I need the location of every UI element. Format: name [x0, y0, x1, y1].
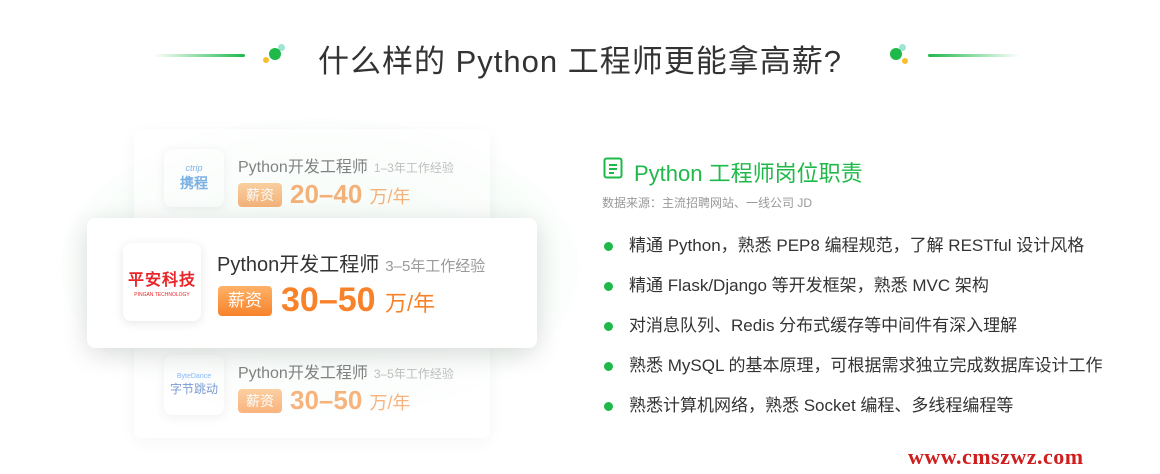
- salary-unit: 万/年: [369, 393, 411, 413]
- list-item: 熟悉 MySQL 的基本原理，可根据需求独立完成数据库设计工作: [602, 352, 1103, 392]
- pingan-logo-main: 平安科技: [127, 272, 196, 289]
- pingan-logo-sub: PINGAN TECHNOLOGY: [134, 292, 190, 298]
- bullet-dot-icon: [604, 322, 613, 331]
- bytedance-logo-text: ByteDance: [176, 373, 212, 380]
- salary-range: 30–50: [290, 385, 363, 415]
- duty-text: 熟悉计算机网络，熟悉 Socket 编程、多线程编程等: [629, 396, 1014, 415]
- header-right-dots-icon: [884, 44, 908, 66]
- duty-text: 精通 Python，熟悉 PEP8 编程规范，了解 RESTful 设计风格: [629, 236, 1085, 255]
- job-experience: 3–5年工作经验: [373, 367, 454, 381]
- job-card-ctrip[interactable]: ctrip 携程 Python开发工程师 1–3年工作经验 薪资 20–40 万/…: [134, 129, 490, 225]
- page-title: 什么样的 Python 工程师更能拿高薪?: [318, 44, 842, 79]
- duties-title: Python 工程师岗位职责: [634, 161, 863, 186]
- job-card-bytedance[interactable]: ByteDance 字节跳动 Python开发工程师 3–5年工作经验 薪资 30…: [134, 343, 490, 438]
- job-experience: 3–5年工作经验: [385, 258, 486, 275]
- duty-text: 熟悉 MySQL 的基本原理，可根据需求独立完成数据库设计工作: [629, 356, 1103, 375]
- job-card-pingan[interactable]: 平安科技 PINGAN TECHNOLOGY Python开发工程师 3–5年工作…: [87, 218, 537, 348]
- ctrip-logo: ctrip 携程: [164, 149, 224, 207]
- pingan-job-title: Python开发工程师 3–5年工作经验: [217, 248, 485, 277]
- duties-list: 精通 Python，熟悉 PEP8 编程规范，了解 RESTful 设计风格 精…: [602, 232, 1103, 432]
- salary-badge: 薪资: [238, 183, 282, 207]
- list-doc-icon: [603, 157, 623, 179]
- ctrip-salary: 20–40 万/年: [290, 179, 411, 210]
- duty-text: 精通 Flask/Django 等开发框架，熟悉 MVC 架构: [629, 276, 989, 295]
- job-title-text: Python开发工程师: [217, 254, 380, 276]
- pingan-logo: 平安科技 PINGAN TECHNOLOGY: [123, 243, 201, 321]
- bullet-dot-icon: [604, 282, 613, 291]
- bullet-dot-icon: [604, 242, 613, 251]
- list-item: 对消息队列、Redis 分布式缓存等中间件有深入理解: [602, 312, 1103, 352]
- bullet-dot-icon: [604, 362, 613, 371]
- bytedance-job-title: Python开发工程师 3–5年工作经验: [238, 359, 454, 383]
- ctrip-job-title: Python开发工程师 1–3年工作经验: [238, 153, 454, 177]
- bullet-dot-icon: [604, 402, 613, 411]
- bytedance-salary: 30–50 万/年: [290, 385, 411, 416]
- data-source: 数据来源：主流招聘网站、一线公司 JD: [602, 196, 813, 210]
- salary-unit: 万/年: [385, 291, 436, 316]
- salary-badge: 薪资: [238, 389, 282, 413]
- job-title-text: Python开发工程师: [238, 159, 368, 176]
- salary-range: 30–50: [281, 281, 376, 319]
- watermark: www.cmszwz.com: [908, 444, 1084, 469]
- pingan-salary: 30–50 万/年: [281, 281, 435, 320]
- ctrip-logo-text: ctrip: [185, 163, 203, 173]
- list-item: 精通 Python，熟悉 PEP8 编程规范，了解 RESTful 设计风格: [602, 232, 1103, 272]
- job-experience: 1–3年工作经验: [373, 161, 454, 175]
- duty-text: 对消息队列、Redis 分布式缓存等中间件有深入理解: [629, 316, 1018, 335]
- salary-range: 20–40: [290, 179, 363, 209]
- bytedance-logo-main: 字节跳动: [169, 382, 218, 396]
- salary-unit: 万/年: [369, 187, 411, 207]
- list-item: 熟悉计算机网络，熟悉 Socket 编程、多线程编程等: [602, 392, 1103, 432]
- bytedance-logo: ByteDance 字节跳动: [164, 355, 224, 415]
- ctrip-logo-main: 携程: [180, 175, 208, 191]
- list-item: 精通 Flask/Django 等开发框架，熟悉 MVC 架构: [602, 272, 1103, 312]
- salary-badge: 薪资: [218, 286, 272, 316]
- header-right-line: [928, 54, 1020, 57]
- job-title-text: Python开发工程师: [238, 365, 368, 382]
